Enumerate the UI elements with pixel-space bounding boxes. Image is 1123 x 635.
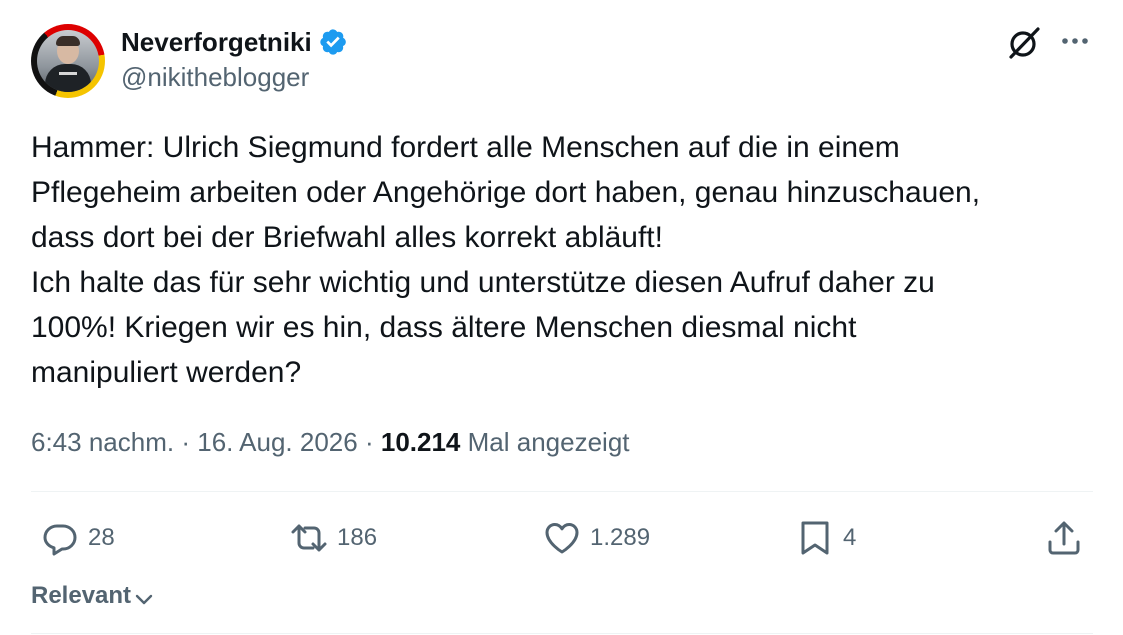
grok-icon[interactable] xyxy=(1005,24,1043,62)
share-button[interactable] xyxy=(1044,512,1084,564)
tweet-time[interactable]: 6:43 nachm. xyxy=(31,427,174,457)
share-upload-icon xyxy=(1048,521,1080,555)
bookmark-count: 4 xyxy=(843,524,857,551)
tweet-text: Hammer: Ulrich Siegmund fordert alle Men… xyxy=(31,131,981,389)
bookmark-button[interactable]: 4 xyxy=(795,512,856,564)
replies-sort-label: Relevant xyxy=(31,582,132,609)
more-dots-icon[interactable] xyxy=(1058,26,1092,56)
verified-badge-icon[interactable] xyxy=(318,27,348,57)
meta-separator: · xyxy=(364,427,374,457)
heart-icon xyxy=(545,523,579,554)
chevron-down-icon xyxy=(135,594,153,605)
like-button[interactable]: 1.289 xyxy=(542,512,650,564)
views-count: 10.214 xyxy=(380,427,461,457)
views-label: Mal angezeigt xyxy=(467,427,630,457)
author-handle[interactable]: @nikitheblogger xyxy=(121,62,309,92)
reply-count: 28 xyxy=(88,524,115,551)
action-bar: 28 186 1.289 4 xyxy=(0,512,1123,564)
divider xyxy=(31,491,1093,492)
replies-sort-dropdown[interactable]: Relevant xyxy=(31,580,155,612)
retweet-count: 186 xyxy=(337,524,378,551)
author-display-name[interactable]: Neverforgetniki xyxy=(121,27,312,57)
like-count: 1.289 xyxy=(590,524,651,551)
tweet-detail: Neverforgetniki @nikitheblogger Hammer: … xyxy=(0,0,1123,635)
avatar[interactable] xyxy=(31,24,105,98)
divider xyxy=(31,633,1093,634)
reply-bubble-icon xyxy=(43,524,77,556)
meta-separator: · xyxy=(181,427,190,457)
retweet-icon xyxy=(291,524,327,552)
tweet-date[interactable]: 16. Aug. 2026 xyxy=(197,427,357,457)
avatar-photo xyxy=(37,30,99,92)
author-name-row: Neverforgetniki xyxy=(121,27,348,57)
bookmark-icon xyxy=(801,521,829,555)
reply-button[interactable]: 28 xyxy=(40,512,115,564)
tweet-meta: 6:43 nachm. · 16. Aug. 2026 · 10.214 Mal… xyxy=(31,425,630,459)
retweet-button[interactable]: 186 xyxy=(289,512,377,564)
